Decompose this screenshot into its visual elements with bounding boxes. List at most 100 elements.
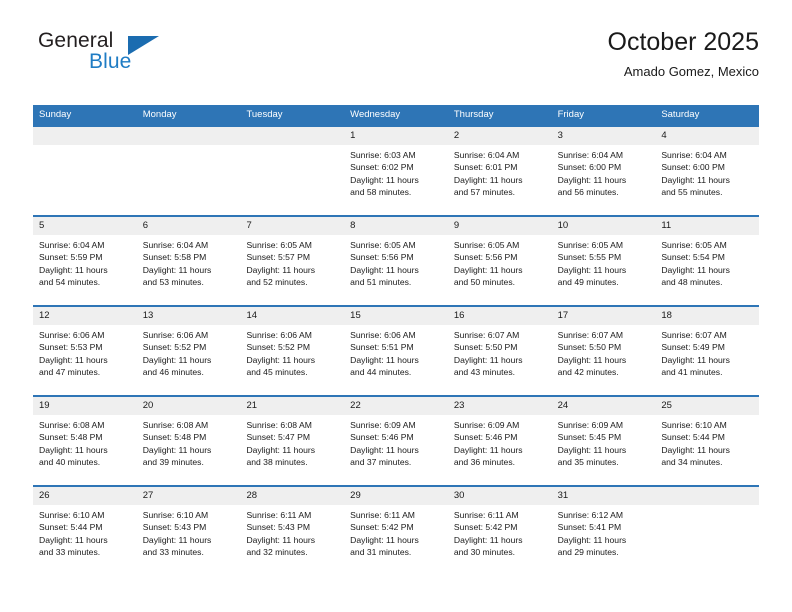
day-number-band: 7 [240, 217, 345, 235]
calendar-week-row: 19 Sunrise: 6:08 AM Sunset: 5:48 PM Dayl… [33, 395, 760, 485]
sunset-text: Sunset: 5:57 PM [246, 252, 310, 263]
day-cell[interactable]: 16 Sunrise: 6:07 AM Sunset: 5:50 PM Dayl… [447, 307, 552, 395]
day-details [240, 145, 344, 149]
daylight-text-line2: and 30 minutes. [453, 547, 516, 558]
day-number: 5 [39, 220, 45, 231]
weekday-header-row: Sunday Monday Tuesday Wednesday Thursday… [33, 105, 759, 125]
day-cell[interactable]: 4 Sunrise: 6:04 AM Sunset: 6:00 PM Dayli… [655, 127, 760, 215]
day-cell[interactable]: 24 Sunrise: 6:09 AM Sunset: 5:45 PM Dayl… [551, 397, 656, 485]
weekday-header-thursday: Thursday [453, 109, 494, 120]
daylight-text-line2: and 33 minutes. [142, 547, 204, 558]
day-cell[interactable]: 25 Sunrise: 6:10 AM Sunset: 5:44 PM Dayl… [655, 397, 760, 485]
day-number-band [240, 127, 345, 145]
sunrise-text: Sunrise: 6:08 AM [142, 420, 209, 430]
day-cell[interactable]: 30 Sunrise: 6:11 AM Sunset: 5:42 PM Dayl… [447, 487, 552, 575]
daylight-text-line1: Daylight: 11 hours [661, 264, 730, 275]
day-cell[interactable]: 20 Sunrise: 6:08 AM Sunset: 5:48 PM Dayl… [136, 397, 241, 485]
day-number-band: 24 [551, 397, 656, 415]
sunset-text: Sunset: 6:01 PM [453, 162, 518, 173]
day-cell[interactable]: 5 Sunrise: 6:04 AM Sunset: 5:59 PM Dayli… [33, 217, 137, 305]
day-number-band: 17 [551, 307, 656, 325]
day-number: 2 [453, 130, 460, 141]
day-cell[interactable]: 15 Sunrise: 6:06 AM Sunset: 5:51 PM Dayl… [344, 307, 448, 395]
day-cell[interactable]: 26 Sunrise: 6:10 AM Sunset: 5:44 PM Dayl… [33, 487, 137, 575]
sunrise-text: Sunrise: 6:07 AM [557, 330, 624, 340]
sunrise-text: Sunrise: 6:11 AM [246, 510, 312, 520]
day-cell[interactable]: 9 Sunrise: 6:05 AM Sunset: 5:56 PM Dayli… [447, 217, 552, 305]
day-number-band: 18 [655, 307, 760, 325]
sunset-text: Sunset: 5:41 PM [557, 522, 622, 533]
day-cell[interactable]: 21 Sunrise: 6:08 AM Sunset: 5:47 PM Dayl… [240, 397, 345, 485]
daylight-text-line2: and 53 minutes. [142, 277, 204, 288]
day-cell[interactable]: 19 Sunrise: 6:08 AM Sunset: 5:48 PM Dayl… [33, 397, 137, 485]
daylight-text-line2: and 39 minutes. [142, 457, 204, 468]
day-number-band: 20 [136, 397, 241, 415]
day-cell[interactable]: 3 Sunrise: 6:04 AM Sunset: 6:00 PM Dayli… [551, 127, 656, 215]
calendar-week-row: 1 Sunrise: 6:03 AM Sunset: 6:02 PM Dayli… [33, 125, 760, 215]
daylight-text-line2: and 46 minutes. [142, 367, 204, 378]
sunset-text: Sunset: 5:44 PM [39, 522, 103, 533]
day-cell[interactable]: 23 Sunrise: 6:09 AM Sunset: 5:46 PM Dayl… [447, 397, 552, 485]
day-cell[interactable]: 18 Sunrise: 6:07 AM Sunset: 5:49 PM Dayl… [655, 307, 760, 395]
sunrise-text: Sunrise: 6:09 AM [557, 420, 624, 430]
sunset-text: Sunset: 5:56 PM [453, 252, 518, 263]
day-cell[interactable]: 22 Sunrise: 6:09 AM Sunset: 5:46 PM Dayl… [344, 397, 448, 485]
day-number: 19 [39, 400, 50, 411]
daylight-text-line1: Daylight: 11 hours [39, 444, 108, 455]
calendar-page: General Blue October 2025 Amado Gomez, M… [0, 0, 792, 612]
day-number-band: 29 [344, 487, 448, 505]
day-cell[interactable]: 13 Sunrise: 6:06 AM Sunset: 5:52 PM Dayl… [136, 307, 241, 395]
daylight-text-line1: Daylight: 11 hours [142, 444, 212, 455]
day-number: 11 [661, 220, 672, 231]
day-cell[interactable]: 27 Sunrise: 6:10 AM Sunset: 5:43 PM Dayl… [136, 487, 241, 575]
day-details: Sunrise: 6:09 AM Sunset: 5:45 PM Dayligh… [552, 415, 656, 469]
day-cell[interactable]: 29 Sunrise: 6:11 AM Sunset: 5:42 PM Dayl… [344, 487, 448, 575]
day-number-band: 4 [655, 127, 760, 145]
day-cell[interactable]: 11 Sunrise: 6:05 AM Sunset: 5:54 PM Dayl… [655, 217, 760, 305]
day-details [655, 505, 759, 509]
sunrise-text: Sunrise: 6:04 AM [557, 150, 624, 160]
daylight-text-line1: Daylight: 11 hours [246, 444, 316, 455]
sunset-text: Sunset: 6:00 PM [557, 162, 622, 173]
day-cell[interactable]: 31 Sunrise: 6:12 AM Sunset: 5:41 PM Dayl… [551, 487, 656, 575]
daylight-text-line2: and 41 minutes. [661, 367, 723, 378]
day-cell[interactable]: 1 Sunrise: 6:03 AM Sunset: 6:02 PM Dayli… [344, 127, 448, 215]
daylight-text-line1: Daylight: 11 hours [453, 534, 523, 545]
weekday-header-tuesday: Tuesday [246, 109, 283, 120]
sunrise-text: Sunrise: 6:06 AM [39, 330, 105, 340]
day-cell[interactable]: 6 Sunrise: 6:04 AM Sunset: 5:58 PM Dayli… [136, 217, 241, 305]
general-blue-logo[interactable]: General Blue [33, 28, 263, 84]
daylight-text-line1: Daylight: 11 hours [661, 354, 730, 365]
sunrise-text: Sunrise: 6:05 AM [350, 240, 416, 250]
day-cell[interactable]: 8 Sunrise: 6:05 AM Sunset: 5:56 PM Dayli… [344, 217, 448, 305]
day-cell[interactable]: 2 Sunrise: 6:04 AM Sunset: 6:01 PM Dayli… [447, 127, 552, 215]
daylight-text-line2: and 31 minutes. [350, 547, 412, 558]
daylight-text-line1: Daylight: 11 hours [453, 354, 523, 365]
sunset-text: Sunset: 5:59 PM [39, 252, 103, 263]
day-cell[interactable]: 17 Sunrise: 6:07 AM Sunset: 5:50 PM Dayl… [551, 307, 656, 395]
daylight-text-line1: Daylight: 11 hours [246, 534, 316, 545]
daylight-text-line2: and 50 minutes. [453, 277, 516, 288]
daylight-text-line2: and 56 minutes. [557, 187, 619, 198]
day-number: 1 [350, 130, 356, 141]
day-cell[interactable]: 28 Sunrise: 6:11 AM Sunset: 5:43 PM Dayl… [240, 487, 345, 575]
day-cell[interactable]: 12 Sunrise: 6:06 AM Sunset: 5:53 PM Dayl… [33, 307, 137, 395]
day-details: Sunrise: 6:06 AM Sunset: 5:51 PM Dayligh… [344, 325, 448, 379]
sunset-text: Sunset: 5:46 PM [350, 432, 414, 443]
day-cell[interactable]: 7 Sunrise: 6:05 AM Sunset: 5:57 PM Dayli… [240, 217, 345, 305]
day-number: 16 [453, 310, 465, 321]
day-details [33, 145, 137, 149]
daylight-text-line2: and 47 minutes. [39, 367, 101, 378]
day-number-band: 31 [551, 487, 656, 505]
day-cell[interactable]: 14 Sunrise: 6:06 AM Sunset: 5:52 PM Dayl… [240, 307, 345, 395]
sunrise-text: Sunrise: 6:11 AM [350, 510, 415, 520]
weekday-header-wednesday: Wednesday [350, 109, 401, 120]
day-details: Sunrise: 6:04 AM Sunset: 5:59 PM Dayligh… [33, 235, 137, 289]
daylight-text-line2: and 34 minutes. [661, 457, 723, 468]
daylight-text-line1: Daylight: 11 hours [557, 264, 627, 275]
day-details: Sunrise: 6:05 AM Sunset: 5:55 PM Dayligh… [552, 235, 656, 289]
sunset-text: Sunset: 5:49 PM [661, 342, 725, 353]
day-details: Sunrise: 6:08 AM Sunset: 5:48 PM Dayligh… [137, 415, 241, 469]
day-number-band: 2 [447, 127, 552, 145]
day-cell[interactable]: 10 Sunrise: 6:05 AM Sunset: 5:55 PM Dayl… [551, 217, 656, 305]
